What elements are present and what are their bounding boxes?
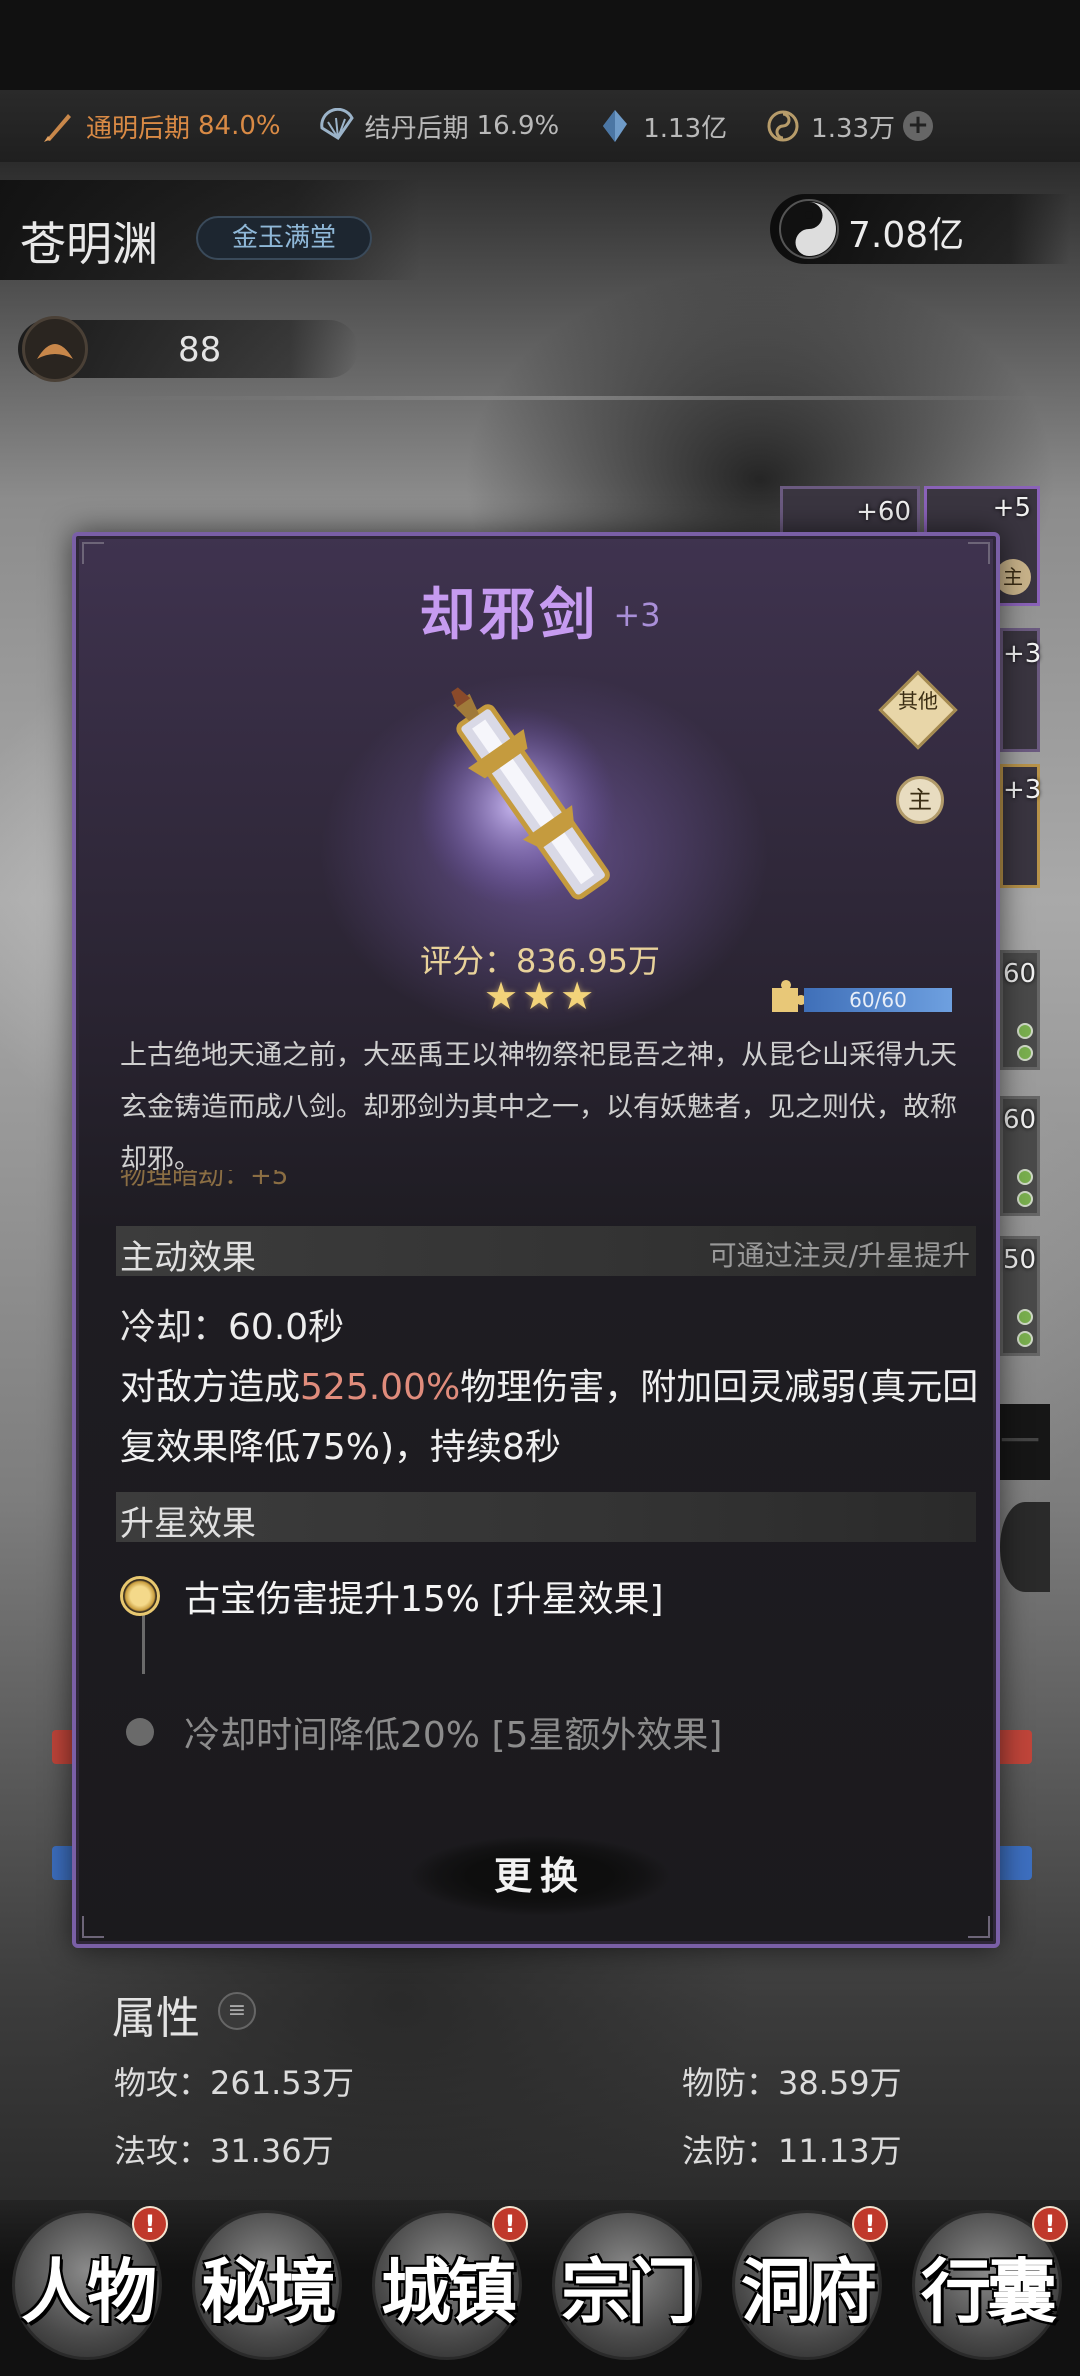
slot-count: 50 bbox=[1003, 1245, 1037, 1275]
crystal-icon bbox=[595, 106, 635, 146]
active-effect-note: 可通过注灵/升星提升 bbox=[708, 1239, 970, 1272]
alert-badge: ! bbox=[132, 2206, 168, 2242]
alert-badge: ! bbox=[1032, 2206, 1068, 2242]
item-name: 却邪剑 bbox=[419, 582, 600, 648]
spirit-stone-value: 1.13亿 bbox=[643, 113, 728, 144]
star-effect-header: 升星效果 bbox=[116, 1492, 976, 1544]
puzzle-piece-icon bbox=[772, 980, 806, 1012]
slot-count: +5 bbox=[992, 493, 1031, 523]
yin-yang-icon bbox=[779, 199, 839, 259]
fan-icon bbox=[317, 106, 357, 146]
sword-artifact-icon bbox=[416, 687, 616, 906]
nav-town[interactable]: 城镇 ! bbox=[362, 2206, 532, 2366]
change-button[interactable]: 更换 bbox=[410, 1836, 670, 1916]
level-emblem-icon bbox=[22, 316, 88, 382]
active-effect-title: 主动效果 bbox=[120, 1238, 256, 1278]
brush-icon bbox=[38, 106, 78, 146]
slot-count: +3 bbox=[1003, 639, 1042, 669]
share-button[interactable] bbox=[1000, 1502, 1050, 1592]
alert-badge: ! bbox=[492, 2206, 528, 2242]
slot-count: +60 bbox=[856, 497, 911, 527]
nav-label: 行囊 bbox=[921, 2250, 1057, 2333]
effect-prefix: 对敌方造成 bbox=[120, 1367, 301, 1408]
active-effect-header: 主动效果 可通过注灵/升星提升 bbox=[116, 1226, 976, 1278]
slot-count: 60 bbox=[1003, 959, 1037, 989]
progress-text: 60/60 bbox=[849, 988, 907, 1012]
star-icon: ★ bbox=[522, 974, 557, 1018]
attr-magic-attack: 法攻：31.36万 bbox=[114, 2132, 334, 2170]
nav-label: 城镇 bbox=[381, 2250, 517, 2333]
coin-resource[interactable]: 1.33万 + bbox=[763, 90, 934, 162]
equipment-slot[interactable]: +3 bbox=[1000, 628, 1042, 752]
main-equip-badge[interactable]: 主 bbox=[896, 776, 944, 824]
fragment-progress: 60/60 bbox=[804, 988, 952, 1012]
status-bar-area bbox=[0, 0, 1080, 90]
realm-main-resource[interactable]: 通明后期 84.0% bbox=[38, 90, 281, 162]
item-title: 却邪剑 +3 bbox=[76, 570, 1004, 651]
nav-label: 宗门 bbox=[561, 2250, 697, 2333]
realm-second-label: 结丹后期 bbox=[364, 113, 469, 144]
nav-bag[interactable]: 行囊 ! bbox=[902, 2206, 1072, 2366]
equipment-slot[interactable]: 50 bbox=[1000, 1236, 1040, 1356]
active-effect-text: 对敌方造成525.00%物理伤害，附加回灵减弱(真元回复效果降低75%)，持续8… bbox=[120, 1358, 980, 1478]
category-badge[interactable]: 其他 bbox=[878, 670, 958, 750]
star-effect-text: 古宝伤害提升15% [升星效果] bbox=[184, 1579, 664, 1620]
slot-count: 60 bbox=[1003, 1105, 1037, 1135]
cut-off-stat: 物理暗劫：+5 bbox=[120, 1170, 289, 1190]
slot-count: +3 bbox=[1003, 775, 1042, 805]
resource-bar: 通明后期 84.0% 结丹后期 16.9% 1.13亿 1.33万 + bbox=[0, 90, 1080, 162]
divider bbox=[60, 396, 1070, 400]
sect-badge[interactable]: 金玉满堂 bbox=[196, 216, 372, 260]
star-effect-title: 升星效果 bbox=[120, 1504, 256, 1544]
nav-label: 人物 bbox=[21, 2250, 157, 2333]
level-value: 88 bbox=[178, 330, 222, 370]
coin-value: 1.33万 bbox=[811, 113, 896, 144]
item-description: 上古绝地天通之前，大巫禹王以神物祭祀昆吾之神，从昆仑山采得九天玄金铸造而成八剑。… bbox=[120, 1040, 957, 1175]
nav-sect[interactable]: 宗门 bbox=[542, 2206, 712, 2366]
alert-badge: ! bbox=[852, 2206, 888, 2242]
power-value: 7.08亿 bbox=[848, 215, 965, 256]
power-display: 7.08亿 bbox=[770, 194, 1070, 264]
attr-phys-attack: 物攻：261.53万 bbox=[114, 2064, 354, 2102]
realm-main-label: 通明后期 bbox=[86, 113, 191, 144]
character-header: 苍明渊 金玉满堂 7.08亿 bbox=[0, 172, 1080, 300]
item-level: +3 bbox=[613, 596, 661, 634]
star-effect-text: 冷却时间降低20% [5星额外效果] bbox=[184, 1715, 723, 1756]
effect-highlight: 525.00% bbox=[300, 1367, 461, 1408]
nav-secret-realm[interactable]: 秘境 bbox=[182, 2206, 352, 2366]
attr-magic-defense: 法防：11.13万 bbox=[682, 2132, 902, 2170]
nav-label: 秘境 bbox=[201, 2250, 337, 2333]
star-effect-item: 古宝伤害提升15% [升星效果] bbox=[120, 1570, 664, 1622]
cooldown-line: 冷却：60.0秒 bbox=[120, 1298, 344, 1350]
star-effect-item: 冷却时间降低20% [5星额外效果] bbox=[120, 1706, 722, 1758]
level-display: 88 bbox=[18, 312, 358, 384]
item-detail-modal: 却邪剑 +3 其他 主 评分：836.95万 ★ ★ ★ 60/60 上古绝地天… bbox=[72, 532, 1000, 1948]
add-icon[interactable]: + bbox=[903, 111, 934, 141]
character-name: 苍明渊 bbox=[20, 217, 158, 271]
equip-all-button[interactable]: 一键装备 bbox=[1000, 1404, 1050, 1480]
swirl-icon bbox=[763, 106, 803, 146]
realm-second-resource[interactable]: 结丹后期 16.9% bbox=[317, 90, 560, 162]
star-icon: ★ bbox=[484, 974, 519, 1018]
inactive-dot-icon bbox=[126, 1718, 154, 1746]
equipment-slot[interactable]: 60 bbox=[1000, 950, 1040, 1070]
attributes-title: 属性 bbox=[112, 1993, 200, 2044]
realm-second-value: 16.9% bbox=[476, 111, 560, 141]
spirit-stone-resource[interactable]: 1.13亿 bbox=[595, 90, 727, 162]
realm-main-value: 84.0% bbox=[198, 111, 281, 141]
nav-cave[interactable]: 洞府 ! bbox=[722, 2206, 892, 2366]
nav-character[interactable]: 人物 ! bbox=[2, 2206, 172, 2366]
star-rating: ★ ★ ★ bbox=[484, 976, 604, 1016]
equipment-slot[interactable]: +3 bbox=[1000, 764, 1042, 888]
equipment-slot[interactable]: 60 bbox=[1000, 1096, 1040, 1216]
list-icon[interactable]: ≡ bbox=[218, 1992, 256, 2030]
nav-label: 洞府 bbox=[741, 2250, 877, 2333]
active-dot-icon bbox=[120, 1576, 160, 1616]
cooldown-label: 冷却： bbox=[120, 1307, 229, 1348]
attr-phys-defense: 物防：38.59万 bbox=[682, 2064, 902, 2102]
star-icon: ★ bbox=[560, 974, 595, 1018]
cooldown-value: 60.0秒 bbox=[228, 1307, 345, 1348]
